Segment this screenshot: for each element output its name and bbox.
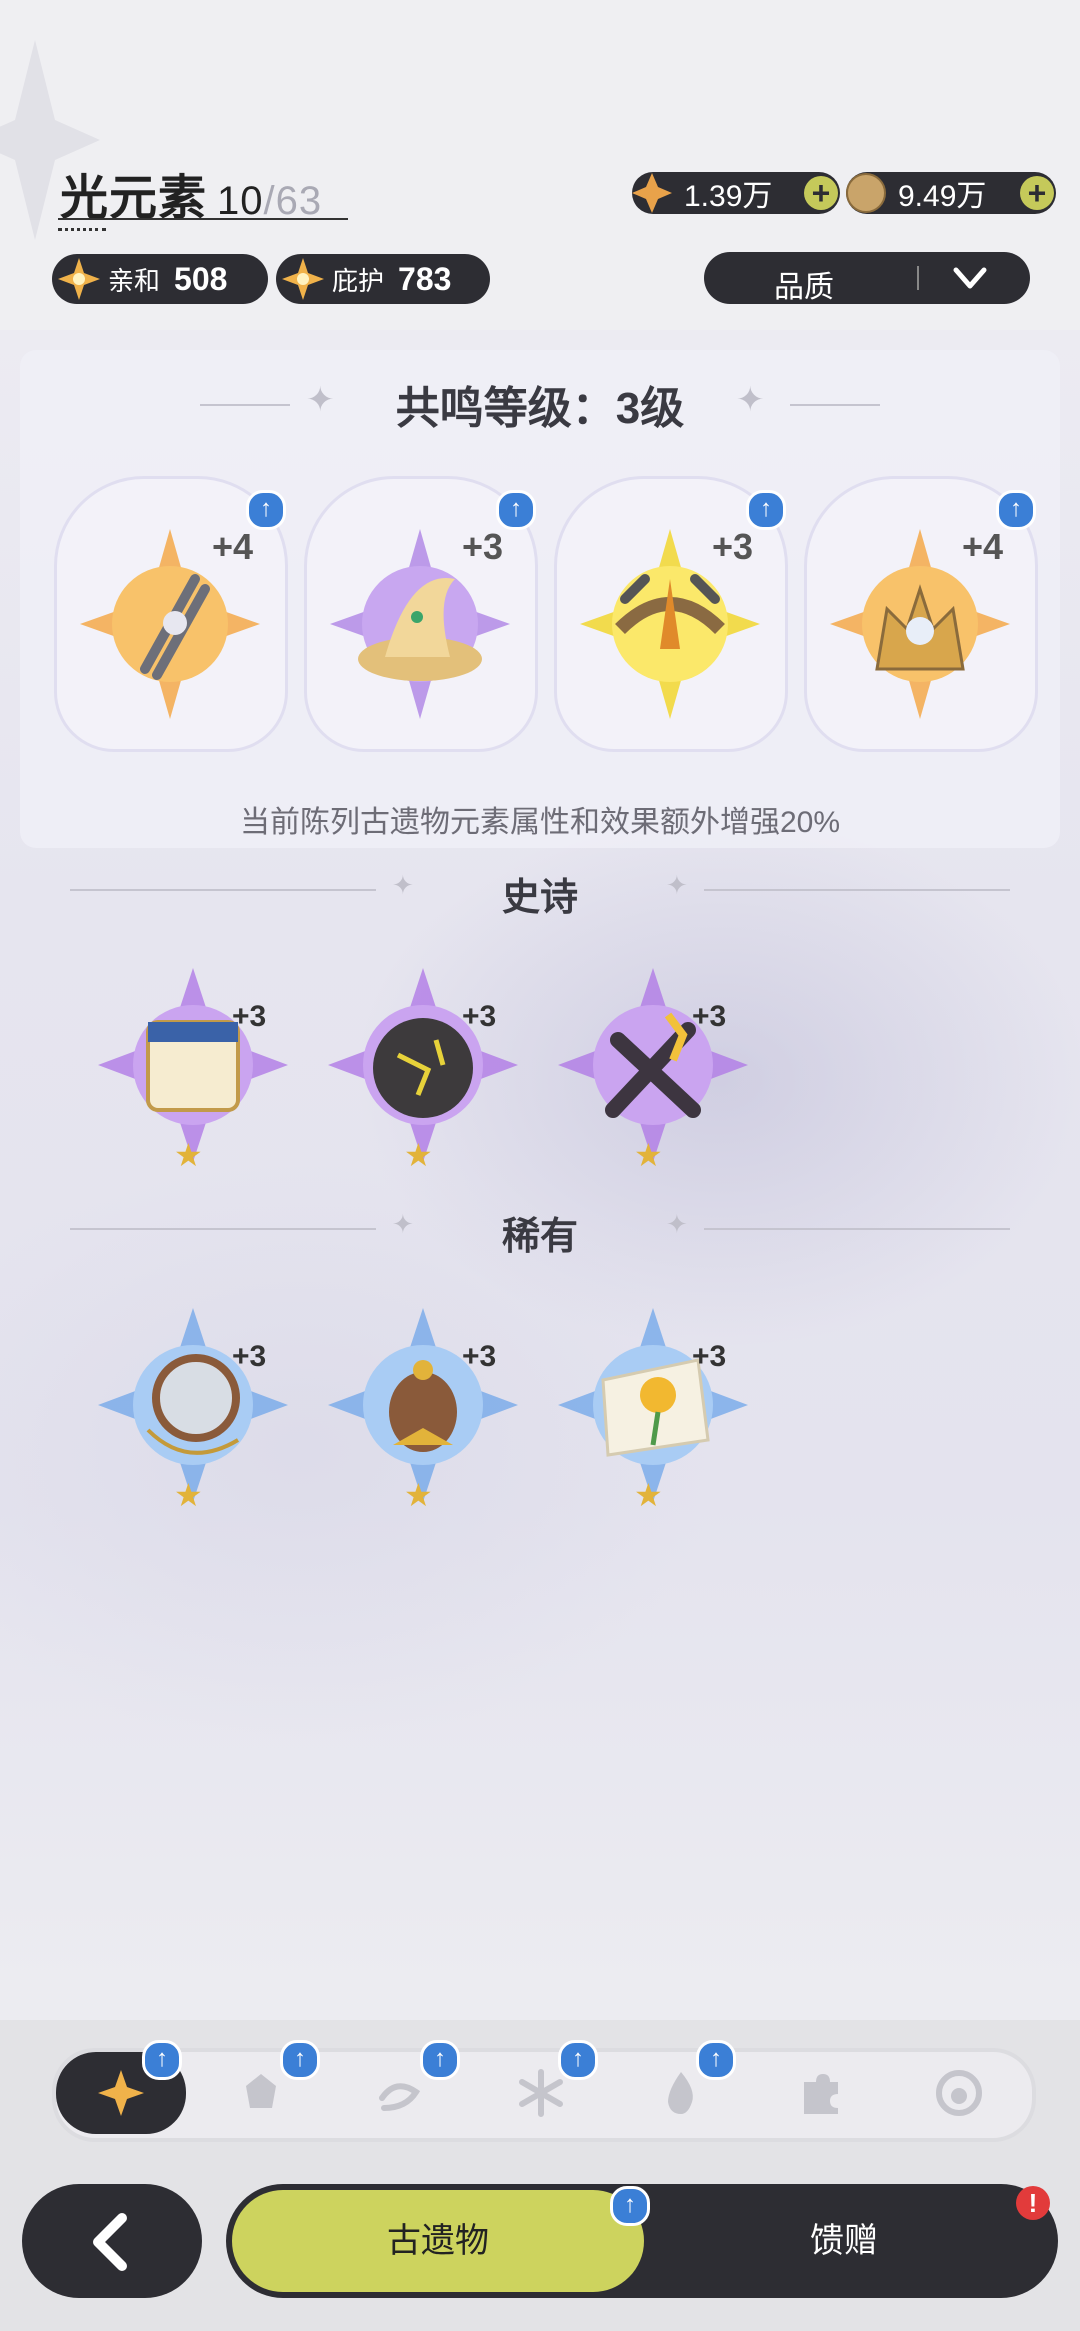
coin-currency: 9.49万 + <box>846 172 1056 214</box>
coin-icon <box>846 173 886 213</box>
epic-relic-2[interactable]: +3 ★ <box>318 960 528 1173</box>
title-dots <box>58 228 106 231</box>
rare-section-title: 稀有 <box>501 1216 578 1258</box>
epic-relic-1[interactable]: +3 ★ <box>88 960 298 1173</box>
divider <box>790 404 880 406</box>
fire-element-icon <box>668 2072 693 2114</box>
upgrade-arrow-icon: ↑ <box>696 2040 736 2080</box>
shadow-element-icon <box>246 2074 276 2108</box>
locked-element-tab[interactable] <box>894 2052 1024 2134</box>
sparkle-icon: ✦ <box>666 1209 688 1239</box>
upgrade-arrow-icon: ↑ <box>558 2040 598 2080</box>
puzzle-element-tab[interactable] <box>756 2052 886 2134</box>
chevron-down-icon <box>953 267 987 289</box>
epic-relic-3[interactable]: +3 ★ <box>548 960 758 1173</box>
divider <box>704 1228 1010 1230</box>
protection-stat: 庇护 783 <box>276 254 490 304</box>
sparkle-icon: ✦ <box>736 381 765 419</box>
title-underline <box>58 218 348 220</box>
back-arrow-icon <box>93 2213 127 2271</box>
rarity-star-icon: ★ <box>174 1477 203 1513</box>
alert-badge-icon: ! <box>1016 2186 1050 2220</box>
rarity-star-icon: ★ <box>634 1137 663 1173</box>
crystal-currency: 1.39万 + <box>632 172 840 214</box>
upgrade-arrow-icon: ↑ <box>420 2040 460 2080</box>
rare-relic-2[interactable]: +3 ★ <box>318 1300 528 1513</box>
rare-relic-3[interactable]: +3 ★ <box>548 1300 758 1513</box>
filter-label: 品质 <box>774 271 834 304</box>
upgrade-arrow-icon: ↑ <box>996 490 1036 530</box>
rarity-star-icon: ★ <box>404 1477 433 1513</box>
star-badge-icon <box>58 258 100 300</box>
level-label: +3 <box>462 526 504 567</box>
level-label: +3 <box>692 1000 727 1033</box>
level-label: +4 <box>962 526 1004 567</box>
sparkle-icon: ✦ <box>666 870 688 900</box>
resonance-title: 共鸣等级：3级 <box>395 384 685 433</box>
quality-filter-dropdown[interactable]: 品质 <box>704 252 1030 304</box>
upgrade-arrow-icon: ↑ <box>142 2040 182 2080</box>
epic-section-title: 史诗 <box>501 877 578 919</box>
rare-relic-1[interactable]: +3 ★ <box>88 1300 298 1513</box>
locked-element-icon <box>936 2070 982 2116</box>
rarity-star-icon: ★ <box>404 1137 433 1173</box>
level-label: +3 <box>712 526 754 567</box>
upgrade-arrow-icon: ↑ <box>280 2040 320 2080</box>
level-label: +3 <box>232 1340 267 1373</box>
affinity-stat: 亲和 508 <box>52 254 268 304</box>
upgrade-arrow-icon: ↑ <box>496 490 536 530</box>
rarity-star-icon: ★ <box>634 1477 663 1513</box>
light-element-icon <box>98 2070 144 2116</box>
wind-element-icon <box>379 2083 421 2111</box>
add-crystal-button[interactable]: + <box>804 176 838 210</box>
star-badge-icon <box>282 258 324 300</box>
ice-element-icon <box>519 2069 563 2117</box>
level-label: +4 <box>212 526 254 567</box>
level-label: +3 <box>232 1000 267 1033</box>
upgrade-arrow-icon: ↑ <box>246 490 286 530</box>
rarity-star-icon: ★ <box>174 1137 203 1173</box>
divider <box>704 889 1010 891</box>
relics-tab[interactable]: 古遗物 <box>232 2190 644 2292</box>
level-label: +3 <box>462 1340 497 1373</box>
level-label: +3 <box>462 1000 497 1033</box>
upgrade-arrow-icon: ↑ <box>746 490 786 530</box>
level-label: +3 <box>692 1340 727 1373</box>
add-coin-button[interactable]: + <box>1020 176 1054 210</box>
resonance-bonus-text: 当前陈列古遗物元素属性和效果额外增强20% <box>239 806 841 839</box>
gifts-tab[interactable]: 馈赠 <box>744 2190 944 2292</box>
crystal-icon <box>632 173 672 213</box>
divider <box>917 266 919 290</box>
upgrade-arrow-icon: ↑ <box>610 2186 650 2226</box>
puzzle-icon <box>804 2074 838 2114</box>
back-button[interactable] <box>22 2184 202 2298</box>
